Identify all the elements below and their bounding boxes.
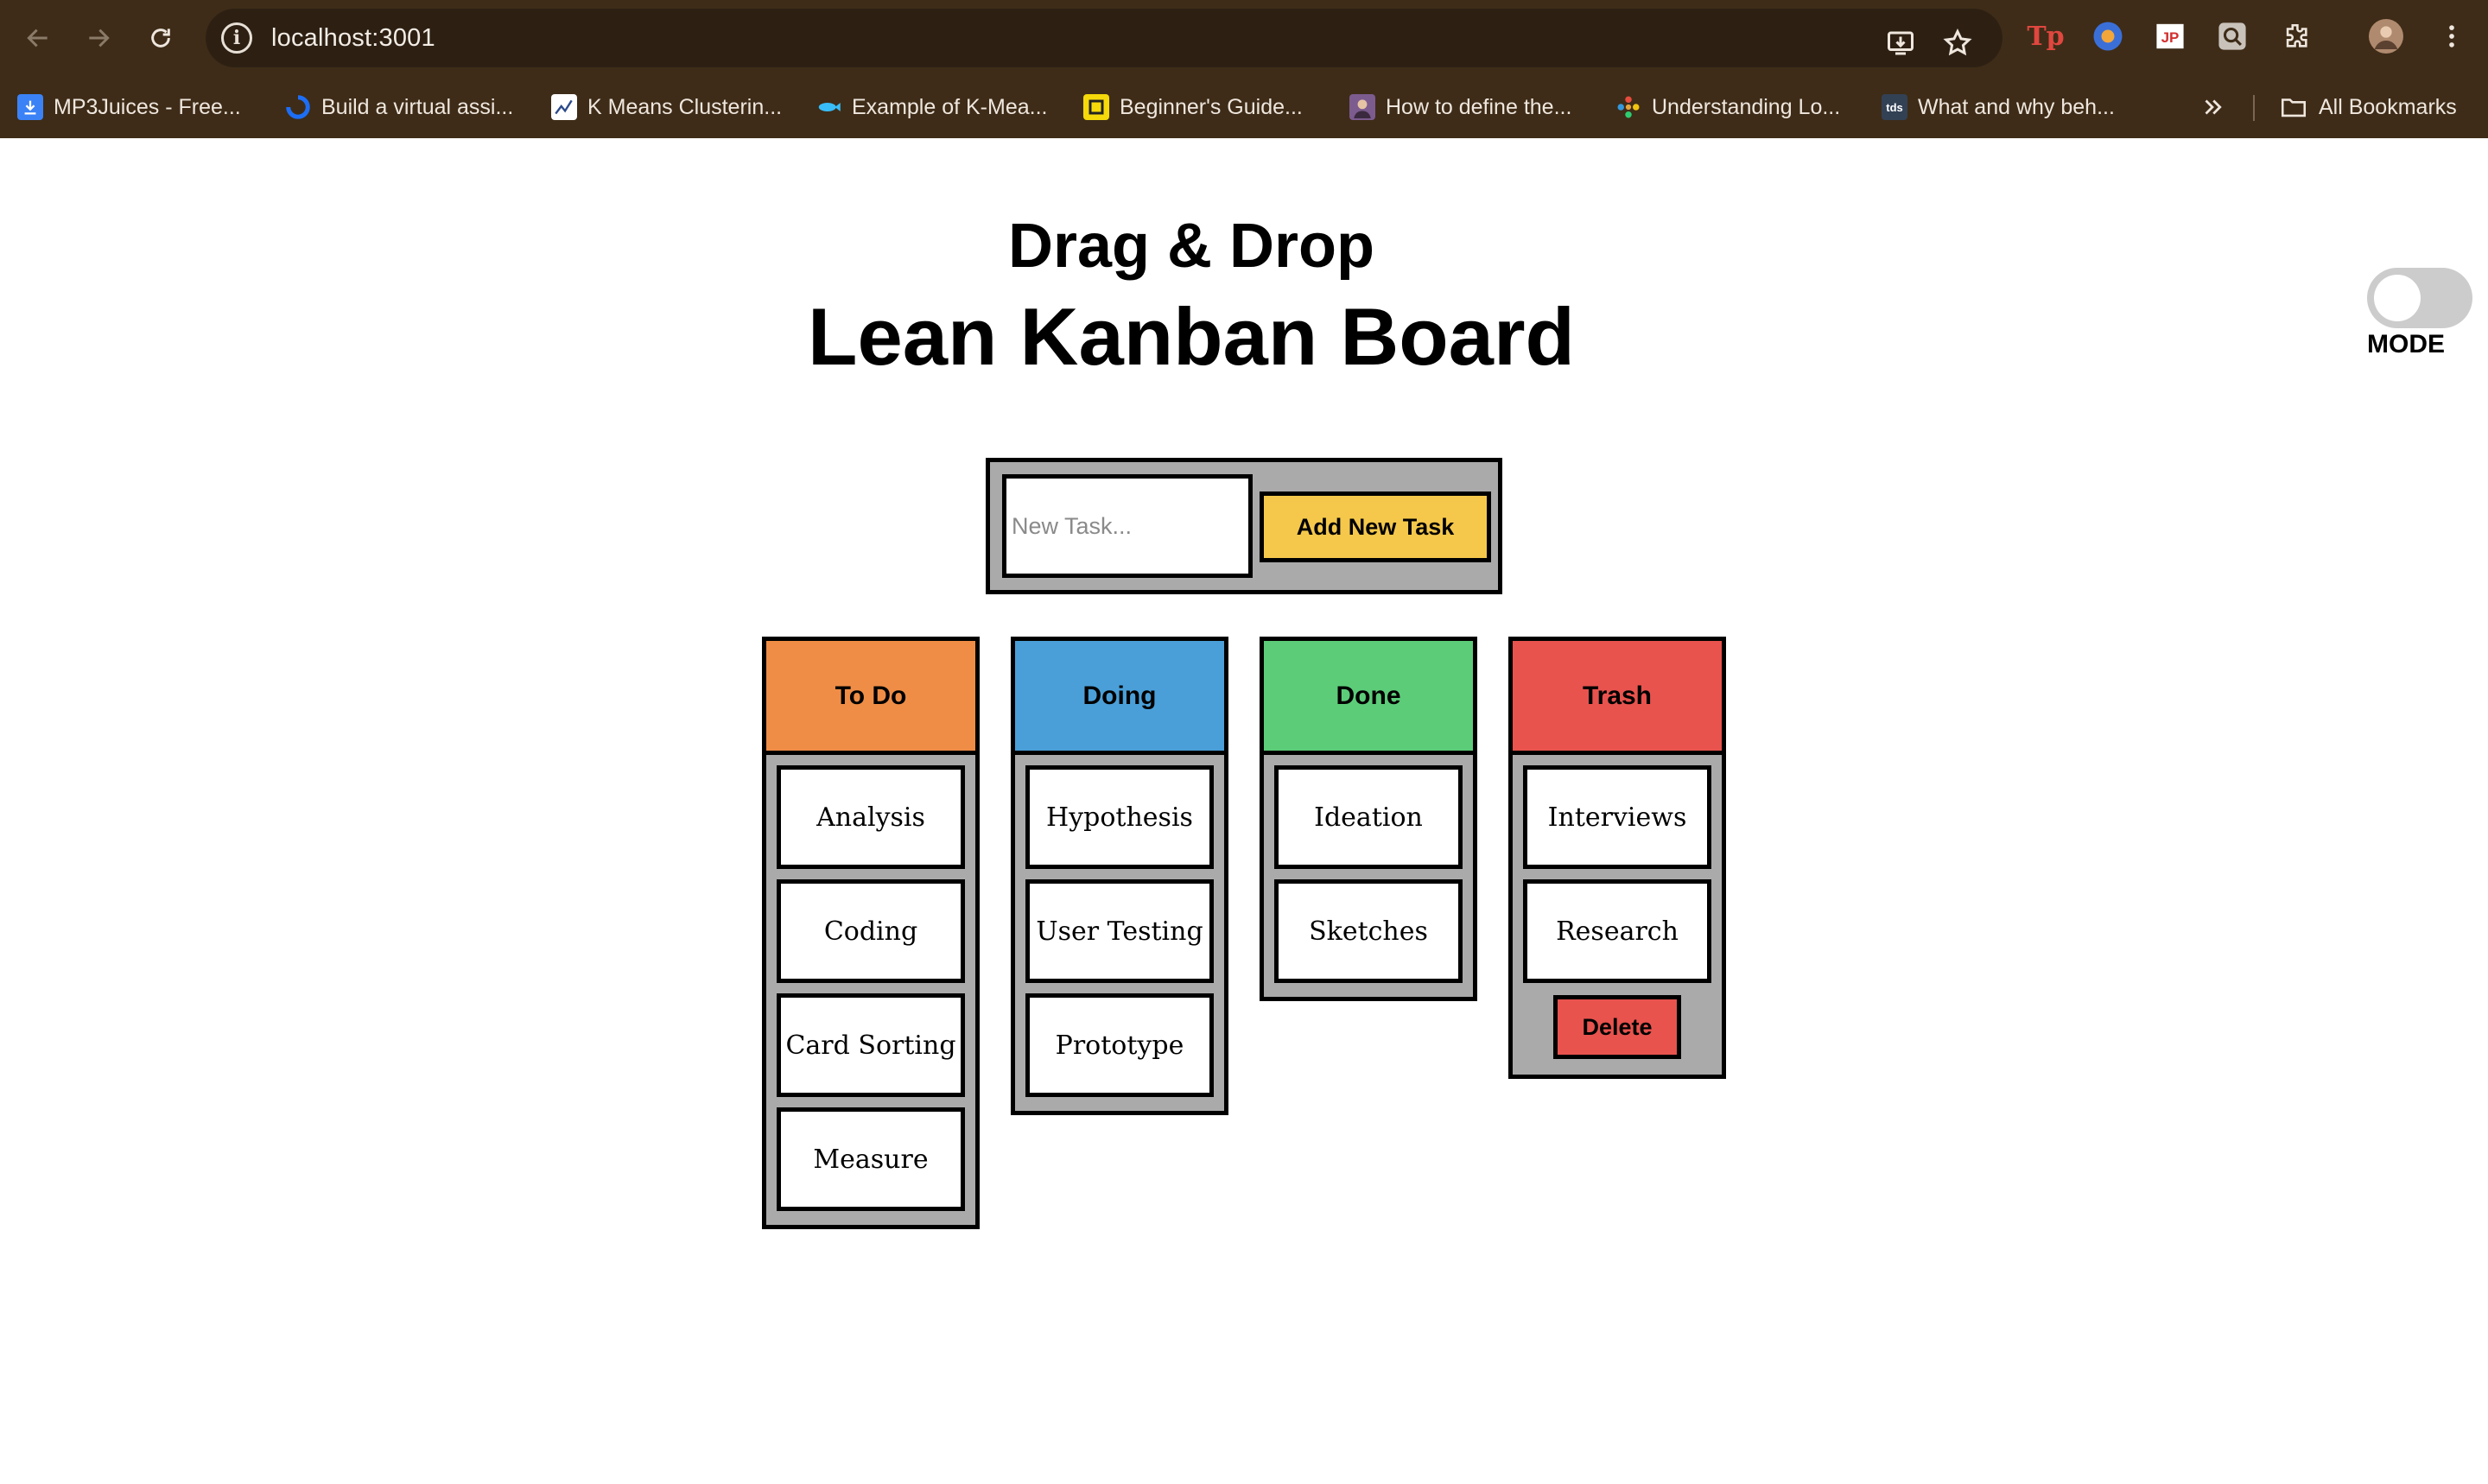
column-body: Hypothesis User Testing Prototype	[1015, 755, 1224, 1111]
task-card[interactable]: User Testing	[1025, 879, 1214, 983]
column-header: Trash	[1513, 641, 1722, 755]
address-bar[interactable]: i localhost:3001	[206, 9, 2002, 67]
bookmark-label: Example of K-Mea...	[852, 94, 1048, 119]
extensions-puzzle-icon[interactable]	[2279, 19, 2313, 54]
fish-icon	[816, 94, 841, 120]
task-card[interactable]: Interviews	[1523, 765, 1711, 869]
task-card[interactable]: Sketches	[1274, 879, 1463, 983]
square-logo-icon	[1083, 94, 1109, 120]
back-arrow-icon	[27, 29, 48, 48]
forward-arrow-icon	[89, 29, 110, 48]
task-card[interactable]: Hypothesis	[1025, 765, 1214, 869]
task-card[interactable]: Coding	[777, 879, 965, 983]
column-header: Doing	[1015, 641, 1224, 755]
task-card[interactable]: Card Sorting	[777, 993, 965, 1097]
bookmark-label: How to define the...	[1386, 94, 1572, 119]
task-card[interactable]: Prototype	[1025, 993, 1214, 1097]
bookmark-item[interactable]: tds What and why beh...	[1882, 90, 2115, 124]
chevron-double-right-icon	[2205, 99, 2222, 115]
tds-icon: tds	[1882, 94, 1907, 120]
more-menu-icon[interactable]	[2434, 19, 2469, 54]
task-card[interactable]: Research	[1523, 879, 1711, 983]
reload-icon	[151, 29, 170, 48]
bookmark-item[interactable]: How to define the...	[1349, 90, 1571, 124]
column-to-do[interactable]: To Do Analysis Coding Card Sorting Measu…	[762, 637, 980, 1229]
all-bookmarks-button[interactable]: All Bookmarks	[2279, 90, 2457, 124]
task-card[interactable]: Measure	[777, 1107, 965, 1211]
flower-icon	[1615, 94, 1641, 120]
jp-extension-icon[interactable]: JP	[2153, 19, 2187, 54]
bookmark-item[interactable]: MP3Juices - Free...	[17, 90, 241, 124]
add-new-task-button[interactable]: Add New Task	[1260, 491, 1491, 562]
tp-extension-icon[interactable]: Tp	[2027, 19, 2064, 54]
bookmark-item[interactable]: Understanding Lo...	[1615, 90, 1840, 124]
bookmarks-overflow-button[interactable]	[2199, 90, 2225, 124]
bookmarks-bar: MP3Juices - Free... Build a virtual assi…	[0, 83, 2488, 131]
delete-wrapper: Delete	[1523, 993, 1711, 1071]
delete-button[interactable]: Delete	[1553, 995, 1681, 1059]
add-task-panel: Add New Task	[986, 458, 1502, 594]
column-header: Done	[1264, 641, 1473, 755]
toggle-knob	[2374, 275, 2421, 321]
back-button[interactable]	[19, 19, 57, 57]
all-bookmarks-label: All Bookmarks	[2319, 94, 2457, 119]
svg-text:JP: JP	[2161, 29, 2180, 46]
folder-icon	[2281, 98, 2307, 117]
task-card[interactable]: Analysis	[777, 765, 965, 869]
bookmark-label: K Means Clusterin...	[587, 94, 783, 119]
rocket-extension-icon[interactable]	[2091, 19, 2125, 54]
profile-avatar-icon[interactable]	[2369, 19, 2403, 54]
bookmarks-divider	[2253, 95, 2255, 121]
kanban-page: Drag & Drop Lean Kanban Board MODE Add N…	[0, 138, 2488, 1484]
mode-toggle-switch[interactable]	[2367, 268, 2472, 328]
bookmark-item[interactable]: Build a virtual assi...	[285, 90, 513, 124]
column-body: Analysis Coding Card Sorting Measure	[766, 755, 975, 1225]
bookmark-item[interactable]: Beginner's Guide...	[1083, 90, 1303, 124]
bookmark-label: Beginner's Guide...	[1120, 94, 1303, 119]
page-title: Lean Kanban Board	[808, 291, 1575, 382]
page-subtitle: Drag & Drop	[1007, 212, 1375, 281]
bookmark-item[interactable]: Example of K-Mea...	[816, 90, 1047, 124]
column-trash[interactable]: Trash Interviews Research Delete	[1508, 637, 1726, 1079]
avatar-icon	[1349, 94, 1375, 120]
browser-toolbar: i localhost:3001 Tp JP	[0, 0, 2488, 76]
column-body: Ideation Sketches	[1264, 755, 1473, 997]
bookmark-star-icon[interactable]	[1942, 28, 1973, 59]
url-text: localhost:3001	[271, 24, 435, 52]
download-icon	[17, 94, 43, 120]
mode-label: MODE	[2367, 330, 2445, 358]
forward-button[interactable]	[79, 19, 117, 57]
task-card[interactable]: Ideation	[1274, 765, 1463, 869]
bookmark-label: What and why beh...	[1918, 94, 2115, 119]
bookmark-label: Understanding Lo...	[1652, 94, 1841, 119]
column-doing[interactable]: Doing Hypothesis User Testing Prototype	[1011, 637, 1228, 1115]
browser-chrome: i localhost:3001 Tp JP MP3Juices - Free.…	[0, 0, 2488, 138]
bookmark-label: MP3Juices - Free...	[54, 94, 241, 119]
column-header: To Do	[766, 641, 975, 755]
new-task-input[interactable]	[1002, 474, 1253, 578]
column-body: Interviews Research Delete	[1513, 755, 1722, 1075]
bookmark-item[interactable]: K Means Clusterin...	[551, 90, 782, 124]
bookmark-label: Build a virtual assi...	[321, 94, 514, 119]
digitalocean-icon	[285, 94, 311, 120]
search-extension-icon[interactable]	[2215, 19, 2250, 54]
chart-icon	[551, 94, 577, 120]
reload-button[interactable]	[142, 19, 180, 57]
column-done[interactable]: Done Ideation Sketches	[1260, 637, 1477, 1001]
site-info-icon[interactable]: i	[221, 22, 252, 54]
install-app-icon[interactable]	[1885, 28, 1916, 59]
